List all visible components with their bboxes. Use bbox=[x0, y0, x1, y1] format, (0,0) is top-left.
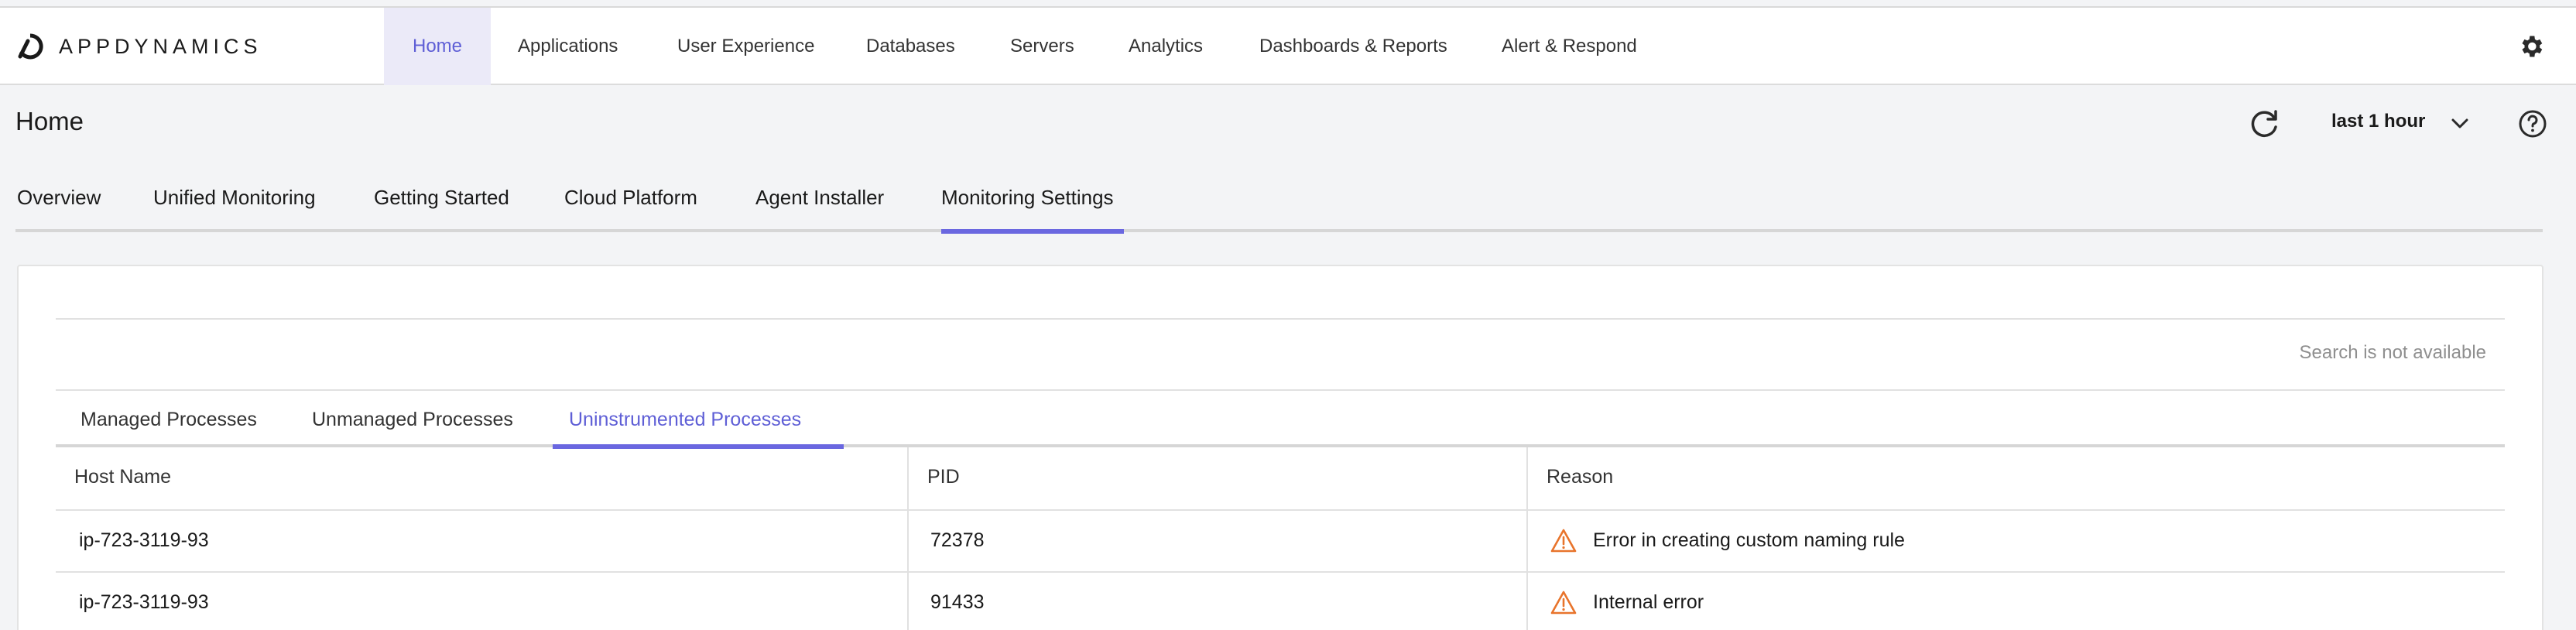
cell-host-name: ip-723-3119-93 bbox=[79, 529, 209, 551]
subtab-unmanaged-processes[interactable]: Unmanaged Processes bbox=[312, 409, 513, 431]
tabs-divider bbox=[15, 229, 2543, 232]
tab-getting-started[interactable]: Getting Started bbox=[374, 186, 509, 210]
warning-icon bbox=[1550, 591, 1577, 615]
table-row[interactable]: ip-723-3119-93 91433 Internal error bbox=[56, 573, 2505, 630]
nav-dashboards-reports[interactable]: Dashboards & Reports bbox=[1259, 8, 1447, 85]
tab-overview[interactable]: Overview bbox=[17, 186, 101, 210]
nav-alert-respond[interactable]: Alert & Respond bbox=[1502, 8, 1637, 85]
brand-logo[interactable]: APPDYNAMICS bbox=[17, 33, 262, 60]
browser-top-strip bbox=[0, 0, 2576, 8]
table-header: Host Name PID Reason bbox=[56, 447, 2505, 511]
nav-user-experience[interactable]: User Experience bbox=[677, 8, 814, 85]
cell-reason: Internal error bbox=[1593, 591, 1704, 613]
column-header-host-name[interactable]: Host Name bbox=[74, 466, 171, 488]
nav-applications[interactable]: Applications bbox=[518, 8, 618, 85]
time-range-selector[interactable]: last 1 hour bbox=[2331, 111, 2425, 132]
gear-icon[interactable] bbox=[2517, 33, 2545, 60]
column-header-pid[interactable]: PID bbox=[927, 466, 960, 488]
tab-unified-monitoring[interactable]: Unified Monitoring bbox=[153, 186, 316, 210]
search-status-text: Search is not available bbox=[2299, 342, 2486, 363]
nav-analytics[interactable]: Analytics bbox=[1129, 8, 1203, 85]
cell-pid: 91433 bbox=[930, 591, 985, 613]
top-nav: APPDYNAMICS Home Applications User Exper… bbox=[0, 8, 2576, 85]
cell-reason: Error in creating custom naming rule bbox=[1593, 529, 1905, 551]
page-title: Home bbox=[15, 107, 84, 135]
subtab-managed-processes[interactable]: Managed Processes bbox=[80, 409, 257, 431]
refresh-icon[interactable] bbox=[2246, 107, 2282, 142]
help-icon[interactable] bbox=[2517, 108, 2548, 139]
divider bbox=[56, 318, 2505, 320]
tab-monitoring-settings[interactable]: Monitoring Settings bbox=[941, 186, 1114, 210]
subtab-uninstrumented-processes[interactable]: Uninstrumented Processes bbox=[569, 409, 801, 431]
column-header-reason[interactable]: Reason bbox=[1547, 466, 1613, 488]
cell-pid: 72378 bbox=[930, 529, 985, 551]
brand-name: APPDYNAMICS bbox=[59, 34, 262, 58]
nav-databases[interactable]: Databases bbox=[866, 8, 955, 85]
chevron-down-icon[interactable] bbox=[2449, 113, 2471, 135]
table-row[interactable]: ip-723-3119-93 72378 Error in creating c… bbox=[56, 511, 2505, 573]
warning-icon bbox=[1550, 529, 1577, 553]
tab-agent-installer[interactable]: Agent Installer bbox=[755, 186, 884, 210]
nav-home[interactable]: Home bbox=[384, 8, 491, 85]
nav-servers[interactable]: Servers bbox=[1010, 8, 1074, 85]
active-tab-indicator bbox=[941, 229, 1124, 234]
tab-cloud-platform[interactable]: Cloud Platform bbox=[564, 186, 697, 210]
divider bbox=[56, 389, 2505, 391]
appdynamics-logo-icon bbox=[18, 33, 43, 60]
cell-host-name: ip-723-3119-93 bbox=[79, 591, 209, 613]
